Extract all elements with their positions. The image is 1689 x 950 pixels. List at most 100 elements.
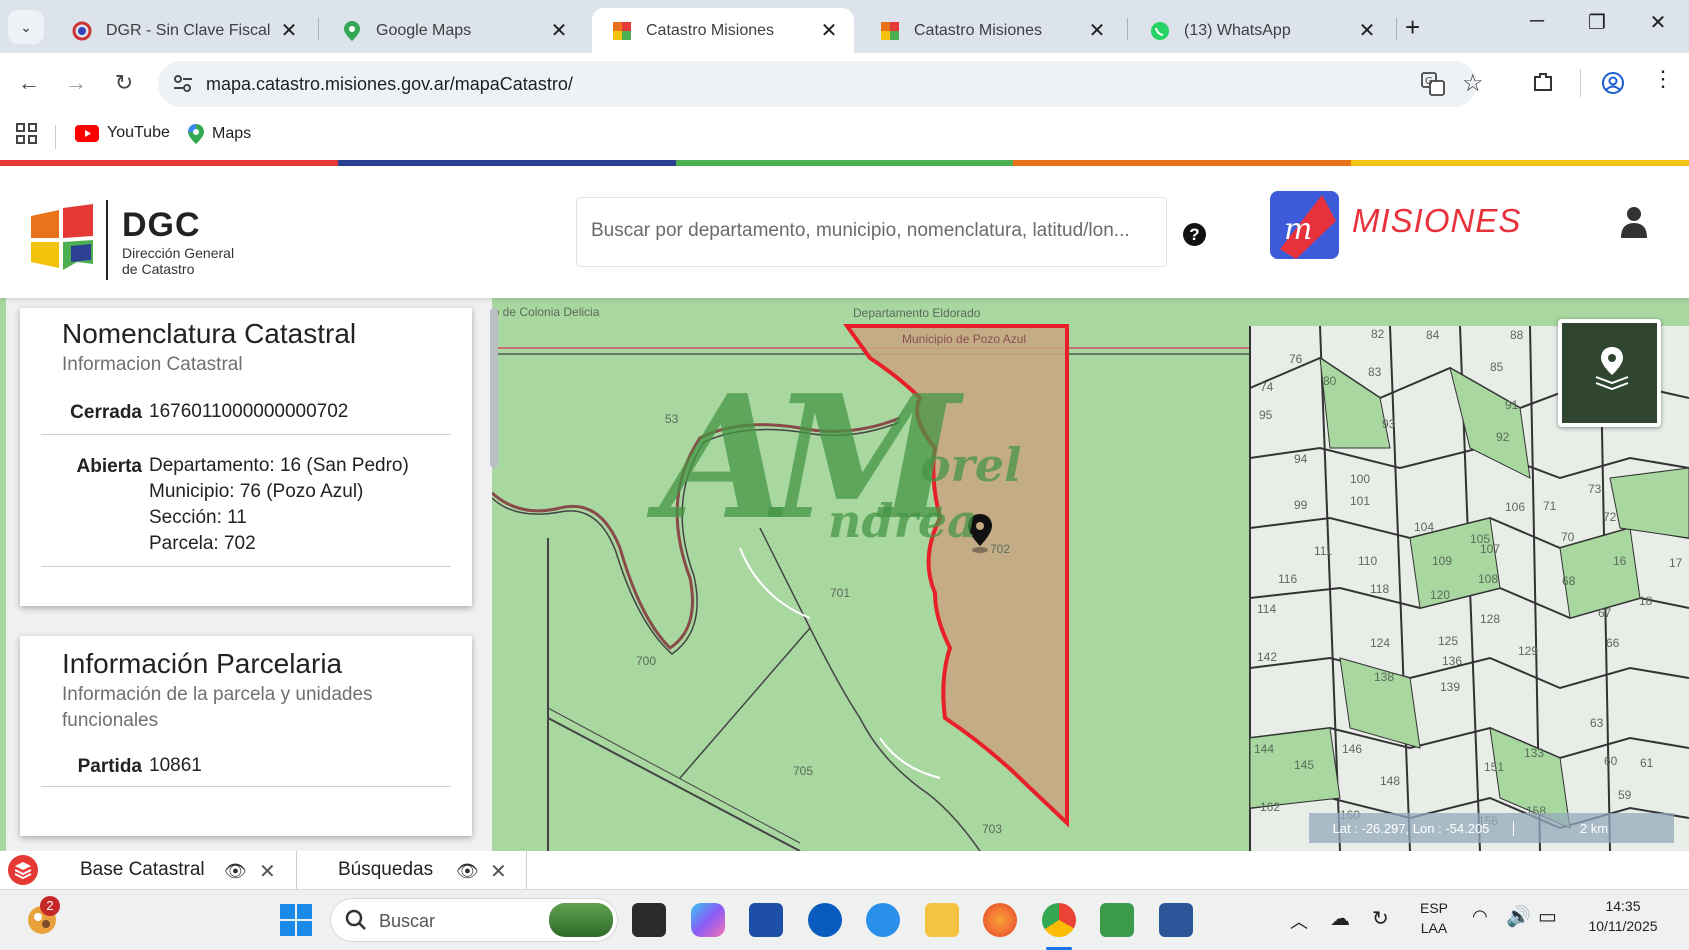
battery-icon[interactable]: ▭: [1538, 904, 1557, 929]
wifi-icon[interactable]: ◠: [1472, 906, 1488, 927]
forward-arrow-icon[interactable]: →: [60, 67, 92, 99]
tab-whatsapp[interactable]: (13) WhatsApp ✕: [1130, 8, 1392, 53]
parcel-number: 95: [1259, 408, 1273, 422]
parcel-number: 59: [1618, 788, 1632, 802]
eye-icon[interactable]: 👁: [224, 861, 247, 882]
map-label-departamento: Departamento Eldorado: [853, 306, 981, 320]
file-explorer-icon[interactable]: [925, 903, 959, 937]
parcel-number: 128: [1480, 612, 1501, 626]
toolbar-divider: [1580, 69, 1581, 97]
parcel-number: 125: [1438, 634, 1459, 648]
tab-close-icon[interactable]: ✕: [818, 18, 840, 43]
window-close-icon[interactable]: ✕: [1643, 10, 1673, 35]
tab-close-icon[interactable]: ✕: [1086, 18, 1108, 43]
hp-icon[interactable]: [808, 903, 842, 937]
help-app-icon[interactable]: [866, 903, 900, 937]
extensions-icon[interactable]: [1532, 71, 1554, 98]
tab-separator: [1396, 18, 1397, 40]
language-line-1: ESP: [1420, 900, 1449, 916]
profile-icon[interactable]: [1601, 71, 1625, 100]
site-info-icon[interactable]: [172, 73, 194, 100]
bookmark-label: YouTube: [107, 124, 170, 141]
parcel-number: 114: [1257, 602, 1277, 616]
apps-grid-icon[interactable]: [16, 123, 38, 150]
parcel-number: 99: [1294, 498, 1308, 512]
word-icon[interactable]: [1159, 903, 1193, 937]
eye-icon[interactable]: 👁: [456, 861, 479, 882]
parcel-number: 66: [1606, 636, 1620, 650]
parcel-number: 80: [1323, 374, 1337, 388]
kebab-menu-icon[interactable]: ⋮: [1652, 66, 1674, 92]
help-button[interactable]: ?: [1183, 223, 1206, 246]
map-search-box[interactable]: [576, 197, 1167, 267]
sync-icon[interactable]: ↻: [1372, 906, 1389, 931]
abierta-departamento: Departamento: 16 (San Pedro): [149, 455, 409, 476]
browser-toolbar: ← → ↻ mapa.catastro.misiones.gov.ar/mapa…: [0, 53, 1689, 113]
maps-pin-icon: [188, 124, 204, 144]
volume-icon[interactable]: 🔊: [1506, 904, 1531, 929]
layer-tab-busquedas[interactable]: Búsquedas: [338, 859, 433, 881]
bookmark-youtube[interactable]: YouTube: [75, 124, 170, 142]
tab-title: Catastro Misiones: [646, 21, 775, 39]
language-indicator[interactable]: ESP LAA: [1420, 900, 1448, 936]
network-app-icon[interactable]: [1100, 903, 1134, 937]
map-search-input[interactable]: [591, 220, 1151, 242]
bookmark-star-icon[interactable]: ☆: [1462, 69, 1484, 98]
layer-tab-base-catastral[interactable]: Base Catastral: [80, 859, 205, 881]
url-text[interactable]: mapa.catastro.misiones.gov.ar/mapaCatast…: [206, 74, 573, 95]
back-arrow-icon[interactable]: ←: [13, 67, 45, 99]
parcel-number: 138: [1374, 670, 1395, 684]
tab-dgr[interactable]: DGR - Sin Clave Fiscal ✕: [52, 8, 314, 53]
parcel-number: 60: [1604, 754, 1618, 768]
cadastral-map[interactable]: io de Colonia Delicia Departamento Eldor…: [0, 298, 1689, 851]
taskbar-search[interactable]: Buscar: [330, 898, 618, 942]
basemap-toggle[interactable]: [1558, 319, 1661, 427]
tab-close-icon[interactable]: ✕: [278, 18, 300, 43]
maps-pin-icon: [342, 20, 362, 41]
watermark-script-1: orel: [920, 438, 1022, 492]
tab-catastro[interactable]: Catastro Misiones ✕: [860, 8, 1122, 53]
tab-search-button[interactable]: ⌄: [8, 10, 44, 44]
tab-catastro-active[interactable]: Catastro Misiones ✕: [592, 8, 854, 53]
bookmark-maps[interactable]: Maps: [188, 124, 251, 144]
new-tab-plus-icon[interactable]: +: [1405, 12, 1420, 43]
copilot-icon[interactable]: [691, 903, 725, 937]
coordinate-readout: Lat : -26.297, Lon : -54.205 2 km: [1309, 813, 1674, 843]
tab-google-maps[interactable]: Google Maps ✕: [322, 8, 584, 53]
task-view-icon[interactable]: [632, 903, 666, 937]
layers-stack-icon[interactable]: [8, 855, 38, 890]
tab-close-icon[interactable]: ✕: [1356, 18, 1378, 43]
cloud-off-icon[interactable]: ☁: [1330, 906, 1350, 931]
close-icon[interactable]: ✕: [259, 859, 276, 884]
tab-close-icon[interactable]: ✕: [548, 18, 570, 43]
info-panel: Nomenclatura Catastral Informacion Catas…: [6, 298, 498, 851]
parcel-number: 701: [830, 586, 851, 600]
reload-icon[interactable]: ↻: [108, 67, 140, 99]
close-icon[interactable]: ✕: [490, 859, 507, 884]
chevron-down-icon: ⌄: [20, 18, 32, 35]
tab-title: DGR - Sin Clave Fiscal: [106, 21, 271, 39]
parcel-number: 16: [1613, 554, 1627, 568]
card-subtitle: Información de la parcela y unidades fun…: [62, 684, 373, 731]
windows-start-icon[interactable]: [280, 904, 312, 941]
parcel-number: 84: [1426, 328, 1440, 342]
tab-title: (13) WhatsApp: [1184, 21, 1291, 39]
parcel-number: 91: [1505, 398, 1519, 412]
store-icon[interactable]: [749, 903, 783, 937]
dgc-logo-icon[interactable]: [31, 204, 95, 277]
minimize-icon[interactable]: ─: [1522, 10, 1552, 33]
parcel-number: 136: [1442, 654, 1463, 668]
firefox-icon[interactable]: [983, 903, 1017, 937]
clock-date: 10/11/2025: [1588, 918, 1658, 934]
parcel-number: 120: [1430, 588, 1451, 602]
user-account-icon[interactable]: [1620, 206, 1648, 243]
parcel-number: 73: [1588, 482, 1602, 496]
parcelaria-card: Información Parcelaria Información de la…: [20, 636, 472, 836]
address-bar[interactable]: mapa.catastro.misiones.gov.ar/mapaCatast…: [158, 61, 1484, 107]
chrome-icon[interactable]: [1042, 903, 1076, 937]
restore-icon[interactable]: ❐: [1582, 10, 1612, 35]
panel-scrollbar[interactable]: [490, 308, 498, 468]
chevron-up-icon[interactable]: ︿: [1290, 908, 1308, 934]
clock[interactable]: 14:35 10/11/2025: [1578, 898, 1668, 934]
translate-icon[interactable]: G: [1421, 72, 1445, 101]
